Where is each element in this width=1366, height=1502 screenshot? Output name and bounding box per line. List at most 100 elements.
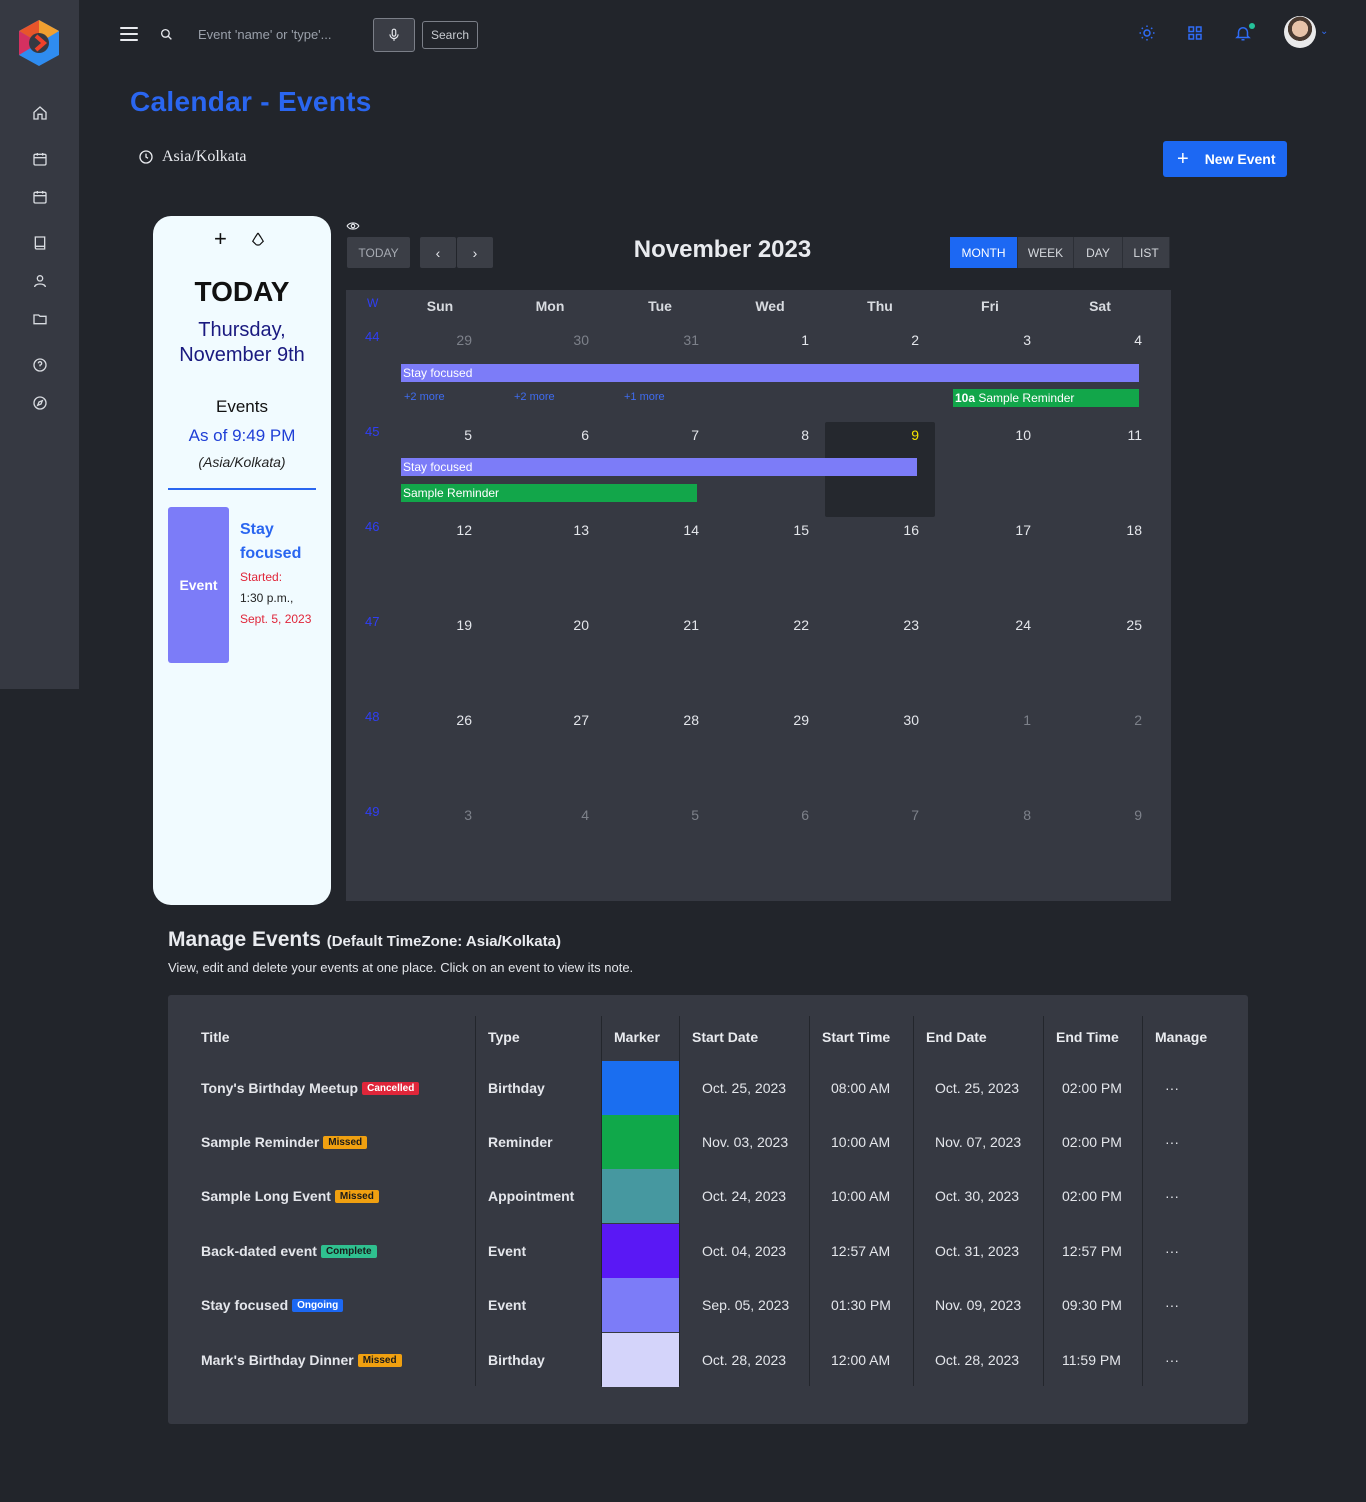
week-number[interactable]: 45 [365,424,379,439]
event-title-cell[interactable]: Mark's Birthday Dinner Missed [201,1352,402,1368]
help-icon[interactable] [30,355,50,375]
event-title-cell[interactable]: Sample Long Event Missed [201,1188,379,1204]
event-title[interactable]: Mark's Birthday Dinner [201,1352,354,1368]
compass-icon[interactable] [30,393,50,413]
recycle-icon[interactable] [249,230,267,253]
event-title-cell[interactable]: Back-dated event Complete [201,1243,377,1259]
event-stay-focused-w45[interactable]: Stay focused [401,458,917,476]
prev-month-button[interactable]: ‹ [420,237,456,268]
manage-menu-button[interactable]: ··· [1165,1188,1179,1204]
calendar-day[interactable]: 8 [769,427,809,443]
calendar-day[interactable]: 13 [549,522,589,538]
more-link[interactable]: +1 more [624,391,665,403]
calendar-day[interactable]: 25 [1102,617,1142,633]
calendar-day[interactable]: 7 [879,807,919,823]
calendar-day[interactable]: 21 [659,617,699,633]
calendar-day[interactable]: 30 [879,712,919,728]
voice-search-button[interactable] [373,18,415,52]
add-icon[interactable]: + [214,228,227,250]
apps-grid-icon[interactable] [1186,24,1204,42]
app-logo[interactable] [14,18,64,68]
event-sample-reminder-w45[interactable]: Sample Reminder [401,484,697,502]
calendar-day[interactable]: 6 [549,427,589,443]
search-input[interactable] [190,20,360,48]
menu-toggle-icon[interactable] [120,27,138,41]
event-sample-reminder-w44[interactable]: 10a Sample Reminder [953,389,1139,407]
event-title-cell[interactable]: Stay focused Ongoing [201,1297,344,1313]
calendar-day[interactable]: 17 [991,522,1031,538]
week-number[interactable]: 46 [365,519,379,534]
column-header-marker[interactable]: Marker [614,1029,660,1045]
calendar-day[interactable]: 14 [659,522,699,538]
today-button[interactable]: TODAY [347,237,410,268]
column-header-title[interactable]: Title [201,1029,230,1045]
calendar-day[interactable]: 30 [549,332,589,348]
book-icon[interactable] [30,233,50,253]
today-event-title[interactable]: Stay focused [240,518,320,566]
column-header-start-time[interactable]: Start Time [822,1029,890,1045]
calendar-day[interactable]: 3 [991,332,1031,348]
view-list-button[interactable]: LIST [1123,237,1170,268]
calendar-day[interactable]: 18 [1102,522,1142,538]
notifications-bell-icon[interactable] [1234,23,1255,42]
calendar-icon[interactable] [30,149,50,169]
eye-icon[interactable] [346,219,360,238]
event-title[interactable]: Tony's Birthday Meetup [201,1080,358,1096]
calendar-day[interactable]: 1 [991,712,1031,728]
calendar-day[interactable]: 27 [549,712,589,728]
calendar-day[interactable]: 12 [432,522,472,538]
calendar-day[interactable]: 9 [879,427,919,443]
folder-icon[interactable] [30,309,50,329]
event-title-cell[interactable]: Tony's Birthday Meetup Cancelled [201,1080,420,1096]
calendar-day[interactable]: 19 [432,617,472,633]
theme-toggle-icon[interactable] [1138,24,1156,42]
calendar-day[interactable]: 6 [769,807,809,823]
column-header-start-date[interactable]: Start Date [692,1029,758,1045]
view-month-button[interactable]: MONTH [950,237,1018,268]
week-number[interactable]: 49 [365,804,379,819]
calendar-day[interactable]: 5 [659,807,699,823]
manage-menu-button[interactable]: ··· [1165,1134,1179,1150]
event-title[interactable]: Sample Long Event [201,1188,331,1204]
calendar-day[interactable]: 8 [991,807,1031,823]
view-week-button[interactable]: WEEK [1018,237,1074,268]
search-button[interactable]: Search [422,21,478,49]
manage-menu-button[interactable]: ··· [1165,1243,1179,1259]
event-title[interactable]: Stay focused [201,1297,288,1313]
event-title[interactable]: Back-dated event [201,1243,317,1259]
calendar-day[interactable]: 16 [879,522,919,538]
event-stay-focused-w44[interactable]: Stay focused [401,364,1139,382]
new-event-button[interactable]: + New Event [1163,141,1287,177]
event-title-cell[interactable]: Sample Reminder Missed [201,1134,368,1150]
event-title[interactable]: Sample Reminder [201,1134,319,1150]
today-event-type[interactable]: Event [168,507,229,663]
week-number[interactable]: 48 [365,709,379,724]
calendar-day[interactable]: 7 [659,427,699,443]
calendar-day[interactable]: 29 [432,332,472,348]
calendar-day[interactable]: 4 [549,807,589,823]
calendar-day[interactable]: 31 [659,332,699,348]
manage-menu-button[interactable]: ··· [1165,1080,1179,1096]
calendar-day[interactable]: 20 [549,617,589,633]
calendar-day[interactable]: 1 [769,332,809,348]
calendar-day[interactable]: 5 [432,427,472,443]
manage-menu-button[interactable]: ··· [1165,1352,1179,1368]
week-number[interactable]: 44 [365,329,379,344]
chevron-down-icon[interactable]: ⌄ [1320,26,1328,37]
more-link[interactable]: +2 more [514,391,555,403]
calendar-day[interactable]: 4 [1102,332,1142,348]
calendar-day[interactable]: 22 [769,617,809,633]
next-month-button[interactable]: › [457,237,493,268]
more-link[interactable]: +2 more [404,391,445,403]
column-header-manage[interactable]: Manage [1155,1029,1207,1045]
column-header-end-date[interactable]: End Date [926,1029,987,1045]
calendar-events-icon[interactable] [30,187,50,207]
calendar-day[interactable]: 11 [1102,427,1142,443]
calendar-day[interactable]: 15 [769,522,809,538]
calendar-day[interactable]: 24 [991,617,1031,633]
calendar-day[interactable]: 2 [1102,712,1142,728]
week-number[interactable]: 47 [365,614,379,629]
home-icon[interactable] [30,103,50,123]
calendar-day[interactable]: 29 [769,712,809,728]
calendar-day[interactable]: 10 [991,427,1031,443]
